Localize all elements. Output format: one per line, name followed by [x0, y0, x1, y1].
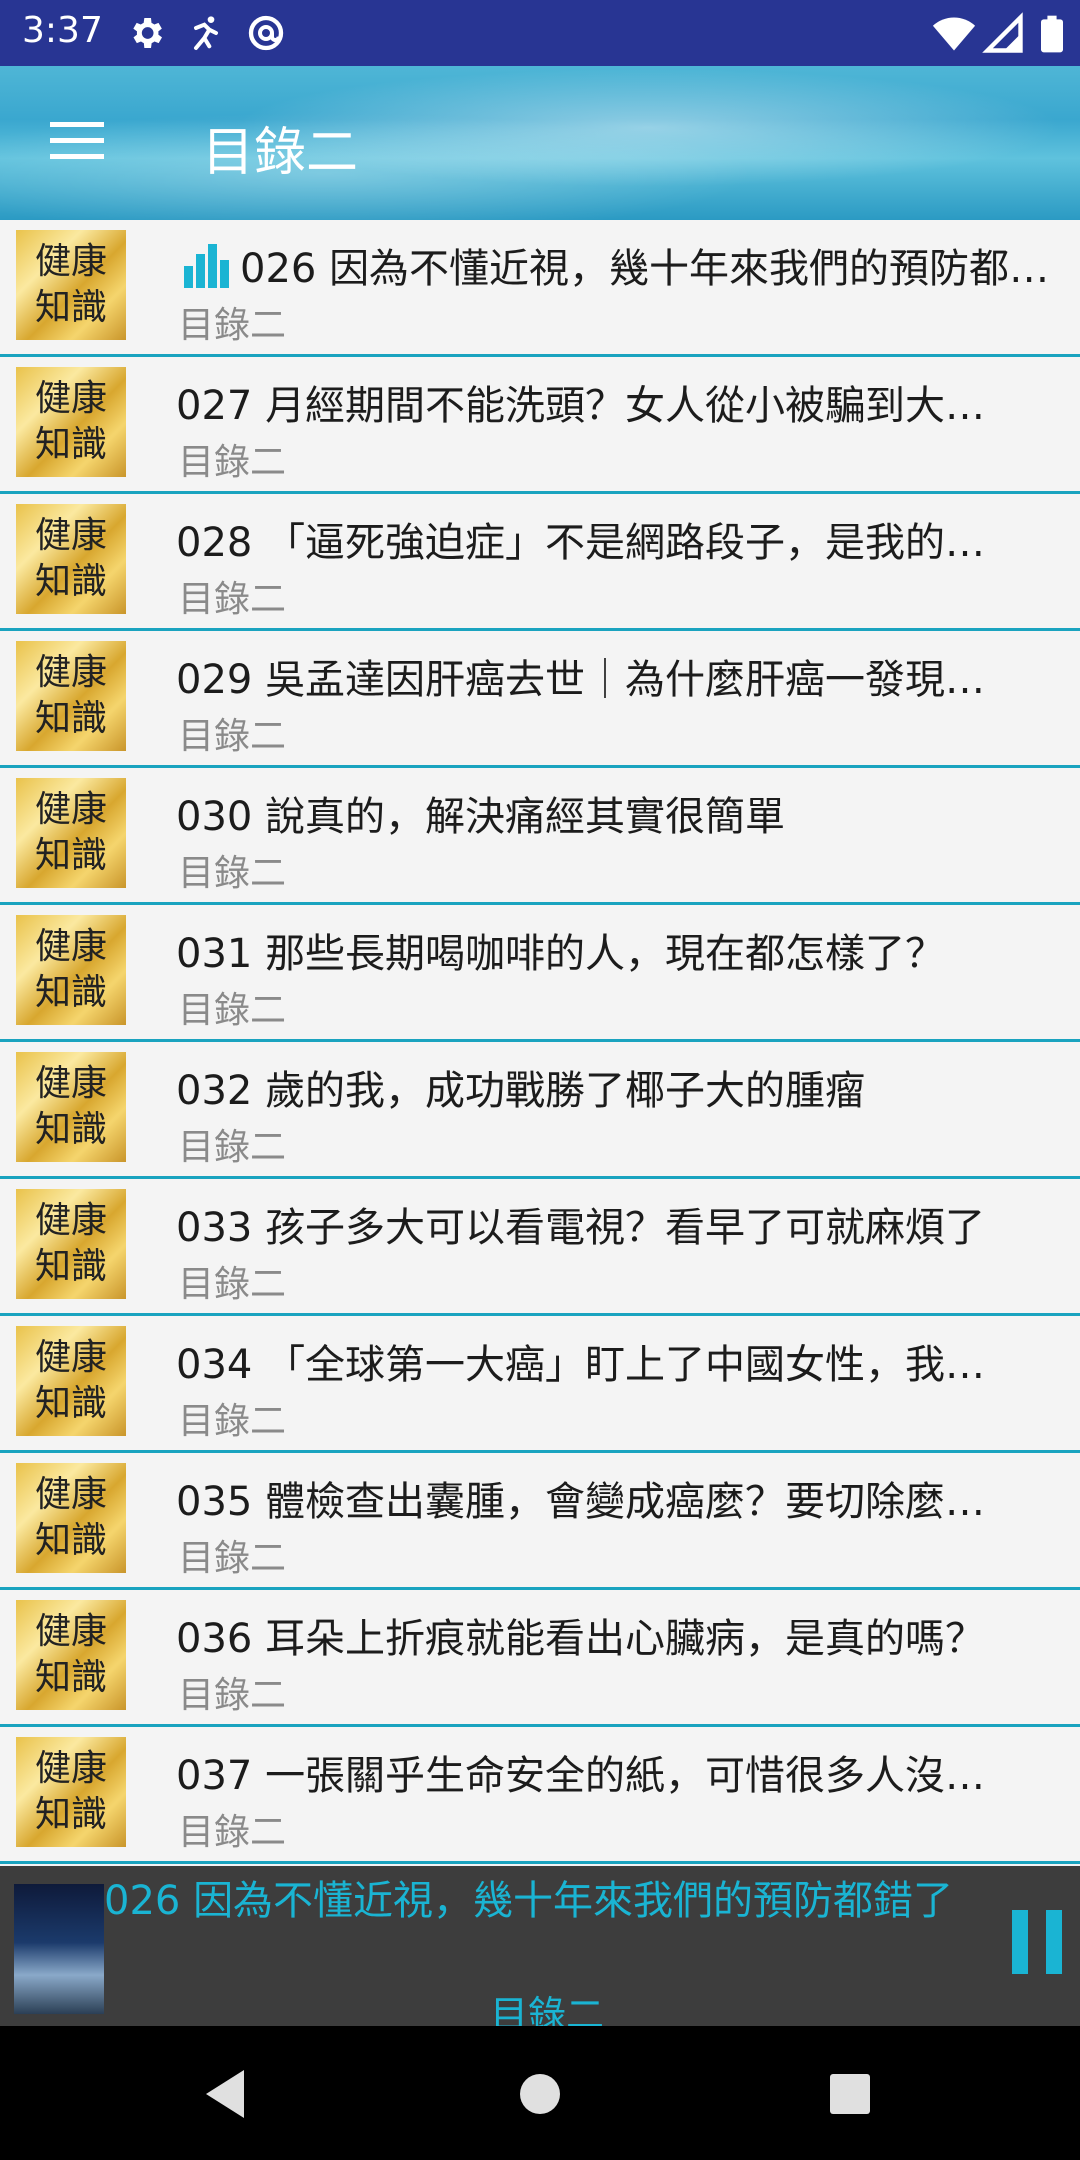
item-title: 031 那些長期喝咖啡的人，現在都怎樣了？ — [176, 931, 946, 977]
thumbnail-line-2: 知識 — [34, 424, 107, 465]
thumbnail-line-2: 知識 — [34, 1109, 107, 1150]
item-subtitle: 目錄二 — [178, 716, 287, 757]
thumbnail-line-2: 知識 — [34, 698, 107, 739]
item-subtitle: 目錄二 — [178, 990, 287, 1031]
list-item[interactable]: 健康知識 027 月經期間不能洗頭？女人從小被騙到大… 目錄二 — [0, 357, 1080, 494]
recents-icon[interactable] — [820, 2064, 880, 2124]
list-item[interactable]: 健康知識 028 「逼死強迫症」不是網路段子，是我的… 目錄二 — [0, 494, 1080, 631]
thumbnail-line-2: 知識 — [34, 1657, 107, 1698]
back-icon[interactable] — [196, 2064, 256, 2124]
item-thumbnail: 健康 知識 — [16, 1052, 126, 1162]
item-title: 035 體檢查出囊腫，會變成癌麼？要切除麼… — [176, 1479, 986, 1525]
thumbnail-line-2: 知識 — [34, 972, 107, 1013]
status-time: 3:37 — [22, 10, 103, 51]
item-title: 032 歲的我，成功戰勝了椰子大的腫瘤 — [176, 1068, 866, 1114]
album-art — [14, 1884, 104, 2014]
battery-icon — [1041, 15, 1063, 53]
thumbnail-line-2: 知識 — [34, 835, 107, 876]
runner-icon — [194, 16, 218, 50]
thumbnail-line-2: 知識 — [34, 1246, 107, 1287]
thumbnail-line-1: 健康 — [34, 515, 107, 556]
item-subtitle: 目錄二 — [178, 442, 287, 483]
list-item[interactable]: 健康知識 026 因為不懂近視，幾十年來我們的預防都錯了目錄二 — [0, 220, 1080, 357]
item-title: 029 吳孟達因肝癌去世｜為什麼肝癌一發現… — [176, 657, 986, 703]
item-title: 028 「逼死強迫症」不是網路段子，是我的… — [176, 520, 986, 566]
item-subtitle: 目錄二 — [178, 1675, 287, 1716]
thumbnail-line-1: 健康 — [34, 1611, 107, 1652]
signal-icon — [982, 12, 1023, 53]
list-item[interactable]: 健康知識 029 吳孟達因肝癌去世｜為什麼肝癌一發現… 目錄二 — [0, 631, 1080, 768]
wifi-icon — [932, 17, 976, 51]
pause-icon[interactable] — [1008, 1902, 1066, 1982]
thumbnail-line-2: 知識 — [34, 561, 107, 602]
item-thumbnail: 健康 知識 — [16, 1189, 126, 1299]
thumbnail-line-1: 健康 — [34, 652, 107, 693]
item-title: 037 一張關乎生命安全的紙，可惜很多人沒… — [176, 1753, 986, 1799]
item-subtitle: 目錄二 — [178, 1401, 287, 1442]
item-thumbnail: 健康 知識 — [16, 1600, 126, 1710]
item-subtitle: 目錄二 — [178, 579, 287, 620]
thumbnail-line-2: 知識 — [34, 1383, 107, 1424]
item-title: 027 月經期間不能洗頭？女人從小被騙到大… — [176, 383, 986, 429]
system-nav-bar — [0, 2026, 1080, 2160]
item-title: 033 孩子多大可以看電視？看早了可就麻煩了 — [176, 1205, 986, 1251]
thumbnail-line-2: 知識 — [34, 1520, 107, 1561]
item-title: 030 說真的，解決痛經其實很簡單 — [176, 794, 786, 840]
item-title: 034 「全球第一大癌」盯上了中國女性，我… — [176, 1342, 986, 1388]
list-item[interactable]: 健康知識 031 那些長期喝咖啡的人，現在都怎樣了？ 目錄二 — [0, 905, 1080, 1042]
thumbnail-line-1: 健康 — [34, 241, 107, 282]
list-item[interactable]: 健康知識 034 「全球第一大癌」盯上了中國女性，我… 目錄二 — [0, 1316, 1080, 1453]
thumbnail-line-1: 健康 — [34, 1337, 107, 1378]
thumbnail-line-1: 健康 — [34, 789, 107, 830]
thumbnail-line-1: 健康 — [34, 1200, 107, 1241]
thumbnail-line-2: 知識 — [34, 287, 107, 328]
at-sign-icon — [248, 15, 284, 51]
app-toolbar: 目錄二 — [0, 66, 1080, 220]
item-subtitle: 目錄二 — [178, 1812, 287, 1853]
player-title: 026 因為不懂近視，幾十年來我們的預防都錯了 — [104, 1878, 954, 1924]
item-subtitle: 目錄二 — [178, 1264, 287, 1305]
item-subtitle: 目錄二 — [178, 853, 287, 894]
item-subtitle: 目錄二 — [178, 1127, 287, 1168]
list-item[interactable]: 健康知識 036 耳朵上折痕就能看出心臟病，是真的嗎？ 目錄二 — [0, 1590, 1080, 1727]
thumbnail-line-1: 健康 — [34, 1063, 107, 1104]
list-item[interactable]: 健康知識 030 說真的，解決痛經其實很簡單目錄二 — [0, 768, 1080, 905]
list-item[interactable]: 健康知識 033 孩子多大可以看電視？看早了可就麻煩了目錄二 — [0, 1179, 1080, 1316]
episode-list: 健康 知識 026 因為不懂近視，幾十年來我們的預防都錯了 目錄二 健康 知識 027 月經… — [0, 220, 1080, 1864]
thumbnail-line-1: 健康 — [34, 1748, 107, 1789]
page-title: 目錄二 — [202, 123, 359, 183]
item-thumbnail: 健康 知識 — [16, 641, 126, 751]
item-thumbnail: 健康 知識 — [16, 1326, 126, 1436]
now-playing-equalizer-icon — [184, 244, 229, 288]
item-thumbnail: 健康 知識 — [16, 1737, 126, 1847]
list-item[interactable]: 健康知識 032 歲的我，成功戰勝了椰子大的腫瘤目錄二 — [0, 1042, 1080, 1179]
thumbnail-line-1: 健康 — [34, 1474, 107, 1515]
item-thumbnail: 健康 知識 — [16, 504, 126, 614]
item-title: 036 耳朵上折痕就能看出心臟病，是真的嗎？ — [176, 1616, 986, 1662]
list-item[interactable]: 健康知識 037 一張關乎生命安全的紙，可惜很多人沒… 目錄二 — [0, 1727, 1080, 1864]
mini-player[interactable]: 026 因為不懂近視，幾十年來我們的預防都錯了 目錄二 — [0, 1866, 1080, 2037]
settings-icon — [133, 18, 162, 48]
thumbnail-line-2: 知識 — [34, 1794, 107, 1835]
item-thumbnail: 健康 知識 — [16, 1463, 126, 1573]
item-subtitle: 目錄二 — [178, 1538, 287, 1579]
item-title: 026 因為不懂近視，幾十年來我們的預防都錯了 — [240, 246, 1066, 292]
status-bar: 3:37 — [0, 0, 1080, 66]
hamburger-menu-icon[interactable] — [50, 118, 104, 162]
item-subtitle: 目錄二 — [178, 305, 287, 346]
thumbnail-line-1: 健康 — [34, 926, 107, 967]
home-icon[interactable] — [510, 2064, 570, 2124]
toolbar-background — [0, 66, 1080, 220]
item-thumbnail: 健康 知識 — [16, 915, 126, 1025]
item-thumbnail: 健康 知識 — [16, 778, 126, 888]
item-thumbnail: 健康 知識 — [16, 367, 126, 477]
item-thumbnail: 健康 知識 — [16, 230, 126, 340]
list-item[interactable]: 健康知識 035 體檢查出囊腫，會變成癌麼？要切除麼… 目錄二 — [0, 1453, 1080, 1590]
thumbnail-line-1: 健康 — [34, 378, 107, 419]
